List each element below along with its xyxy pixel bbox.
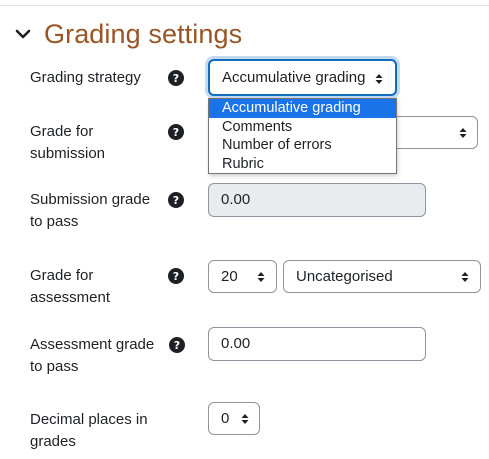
svg-text:?: ?: [173, 270, 179, 283]
grading-strategy-label: Grading strategy: [30, 69, 141, 86]
select-arrows-icon: [257, 272, 265, 282]
svg-text:?: ?: [173, 194, 179, 207]
assessment-grade-to-pass-label: Assessment grade to pass: [30, 336, 155, 375]
decimal-places-select[interactable]: 0: [208, 402, 260, 435]
submission-grade-to-pass-label: Submission grade to pass: [30, 191, 151, 230]
select-arrows-icon: [375, 74, 383, 84]
section-title: Grading settings: [44, 18, 243, 49]
select-arrows-icon: [461, 272, 469, 282]
section-toggle[interactable]: Grading settings: [14, 16, 242, 52]
submission-grade-to-pass-input[interactable]: 0.00: [208, 183, 426, 217]
question-circle-icon[interactable]: ?: [168, 124, 184, 140]
chevron-down-icon: [15, 29, 31, 39]
decimal-places-label: Decimal places in grades: [30, 411, 148, 450]
grade-for-assessment-label: Grade for assessment: [30, 267, 111, 306]
question-circle-icon[interactable]: ?: [168, 268, 184, 284]
option-comments[interactable]: Comments: [209, 118, 396, 137]
svg-text:?: ?: [174, 339, 180, 352]
question-circle-icon[interactable]: ?: [168, 70, 184, 86]
select-arrows-icon: [241, 414, 249, 424]
option-accumulative-grading[interactable]: Accumulative grading: [209, 99, 396, 118]
select-arrows-icon: [459, 128, 467, 138]
grade-category-select[interactable]: Uncategorised: [283, 260, 481, 293]
svg-text:?: ?: [173, 126, 179, 139]
grading-strategy-select[interactable]: Accumulative grading: [208, 59, 397, 96]
option-rubric[interactable]: Rubric: [209, 155, 396, 174]
question-circle-icon[interactable]: ?: [169, 337, 185, 353]
grade-for-assessment-select[interactable]: 20: [208, 260, 277, 293]
grade-for-submission-label: Grade for submission: [30, 123, 106, 162]
assessment-grade-to-pass-input[interactable]: 0.00: [208, 327, 426, 361]
question-circle-icon[interactable]: ?: [168, 192, 184, 208]
top-divider: [0, 5, 489, 6]
option-number-of-errors[interactable]: Number of errors: [209, 136, 396, 155]
grading-strategy-options[interactable]: Accumulative grading Comments Number of …: [208, 98, 397, 174]
svg-text:?: ?: [173, 72, 179, 85]
